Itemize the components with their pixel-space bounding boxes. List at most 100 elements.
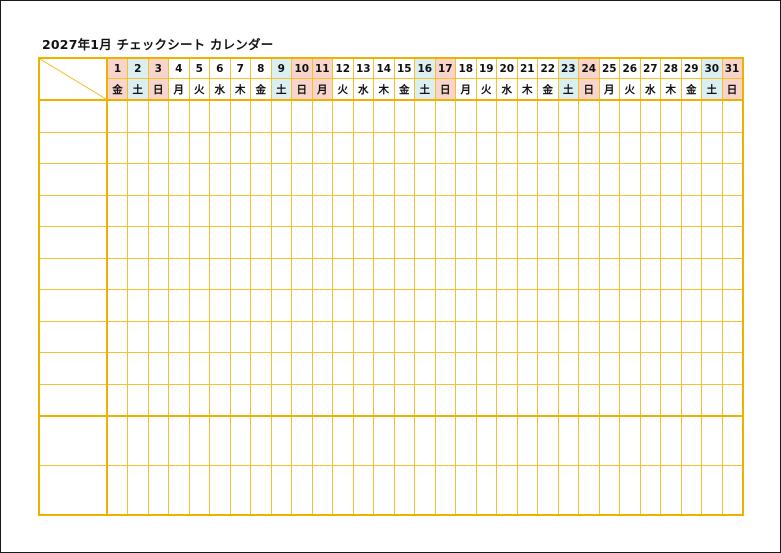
check-cell[interactable]	[475, 465, 497, 516]
check-cell[interactable]	[701, 352, 723, 385]
check-cell[interactable]	[291, 99, 313, 133]
check-cell[interactable]	[660, 415, 682, 466]
check-cell[interactable]	[127, 194, 149, 227]
check-cell[interactable]	[147, 194, 169, 227]
check-cell[interactable]	[414, 257, 436, 290]
check-cell[interactable]	[496, 163, 518, 196]
check-cell[interactable]	[516, 415, 538, 466]
check-cell[interactable]	[106, 383, 128, 417]
check-cell[interactable]	[496, 289, 518, 322]
check-cell[interactable]	[168, 131, 190, 164]
check-cell[interactable]	[434, 163, 456, 196]
check-cell[interactable]	[270, 289, 292, 322]
check-cell[interactable]	[475, 352, 497, 385]
check-cell[interactable]	[229, 415, 251, 466]
check-cell[interactable]	[721, 383, 743, 417]
check-cell[interactable]	[598, 163, 620, 196]
check-cell[interactable]	[291, 163, 313, 196]
check-cell[interactable]	[106, 163, 128, 196]
check-cell[interactable]	[250, 163, 272, 196]
check-cell[interactable]	[106, 99, 128, 133]
check-cell[interactable]	[537, 465, 559, 516]
check-cell[interactable]	[373, 289, 395, 322]
check-cell[interactable]	[352, 320, 374, 353]
check-cell[interactable]	[373, 352, 395, 385]
check-cell[interactable]	[557, 415, 579, 466]
check-cell[interactable]	[537, 226, 559, 259]
check-cell[interactable]	[352, 352, 374, 385]
check-cell[interactable]	[270, 257, 292, 290]
check-cell[interactable]	[414, 352, 436, 385]
check-cell[interactable]	[250, 352, 272, 385]
check-cell[interactable]	[168, 163, 190, 196]
check-cell[interactable]	[106, 257, 128, 290]
check-cell[interactable]	[557, 99, 579, 133]
check-cell[interactable]	[619, 320, 641, 353]
check-cell[interactable]	[414, 131, 436, 164]
check-cell[interactable]	[414, 99, 436, 133]
check-cell[interactable]	[250, 383, 272, 417]
check-cell[interactable]	[270, 226, 292, 259]
check-cell[interactable]	[147, 415, 169, 466]
check-cell[interactable]	[291, 465, 313, 516]
check-cell[interactable]	[270, 131, 292, 164]
check-cell[interactable]	[291, 352, 313, 385]
check-cell[interactable]	[291, 320, 313, 353]
check-cell[interactable]	[229, 163, 251, 196]
check-cell[interactable]	[168, 289, 190, 322]
check-cell[interactable]	[701, 383, 723, 417]
check-cell[interactable]	[434, 465, 456, 516]
check-cell[interactable]	[373, 257, 395, 290]
check-cell[interactable]	[106, 194, 128, 227]
check-cell[interactable]	[639, 465, 661, 516]
check-cell[interactable]	[168, 383, 190, 417]
check-cell[interactable]	[147, 465, 169, 516]
check-cell[interactable]	[414, 415, 436, 466]
check-cell[interactable]	[311, 383, 333, 417]
check-cell[interactable]	[188, 194, 210, 227]
check-cell[interactable]	[578, 226, 600, 259]
check-cell[interactable]	[229, 383, 251, 417]
check-cell[interactable]	[537, 289, 559, 322]
check-cell[interactable]	[516, 257, 538, 290]
check-cell[interactable]	[598, 226, 620, 259]
check-cell[interactable]	[250, 131, 272, 164]
check-cell[interactable]	[455, 194, 477, 227]
check-cell[interactable]	[721, 415, 743, 466]
check-cell[interactable]	[639, 257, 661, 290]
check-cell[interactable]	[598, 383, 620, 417]
check-cell[interactable]	[311, 320, 333, 353]
check-cell[interactable]	[209, 465, 231, 516]
check-cell[interactable]	[291, 226, 313, 259]
check-cell[interactable]	[455, 131, 477, 164]
check-cell[interactable]	[598, 257, 620, 290]
check-cell[interactable]	[721, 194, 743, 227]
check-cell[interactable]	[639, 99, 661, 133]
check-cell[interactable]	[701, 320, 723, 353]
check-cell[interactable]	[209, 289, 231, 322]
check-cell[interactable]	[557, 465, 579, 516]
check-cell[interactable]	[598, 352, 620, 385]
check-cell[interactable]	[147, 383, 169, 417]
check-cell[interactable]	[393, 465, 415, 516]
check-cell[interactable]	[537, 99, 559, 133]
check-cell[interactable]	[393, 163, 415, 196]
check-cell[interactable]	[701, 257, 723, 290]
check-cell[interactable]	[455, 226, 477, 259]
check-cell[interactable]	[496, 383, 518, 417]
check-cell[interactable]	[721, 352, 743, 385]
check-cell[interactable]	[639, 131, 661, 164]
check-cell[interactable]	[168, 257, 190, 290]
check-cell[interactable]	[578, 131, 600, 164]
check-cell[interactable]	[373, 320, 395, 353]
check-cell[interactable]	[619, 131, 641, 164]
check-cell[interactable]	[393, 320, 415, 353]
check-cell[interactable]	[680, 226, 702, 259]
check-cell[interactable]	[209, 226, 231, 259]
check-cell[interactable]	[578, 194, 600, 227]
check-cell[interactable]	[332, 226, 354, 259]
check-cell[interactable]	[434, 383, 456, 417]
check-cell[interactable]	[496, 320, 518, 353]
check-cell[interactable]	[434, 194, 456, 227]
check-cell[interactable]	[496, 415, 518, 466]
